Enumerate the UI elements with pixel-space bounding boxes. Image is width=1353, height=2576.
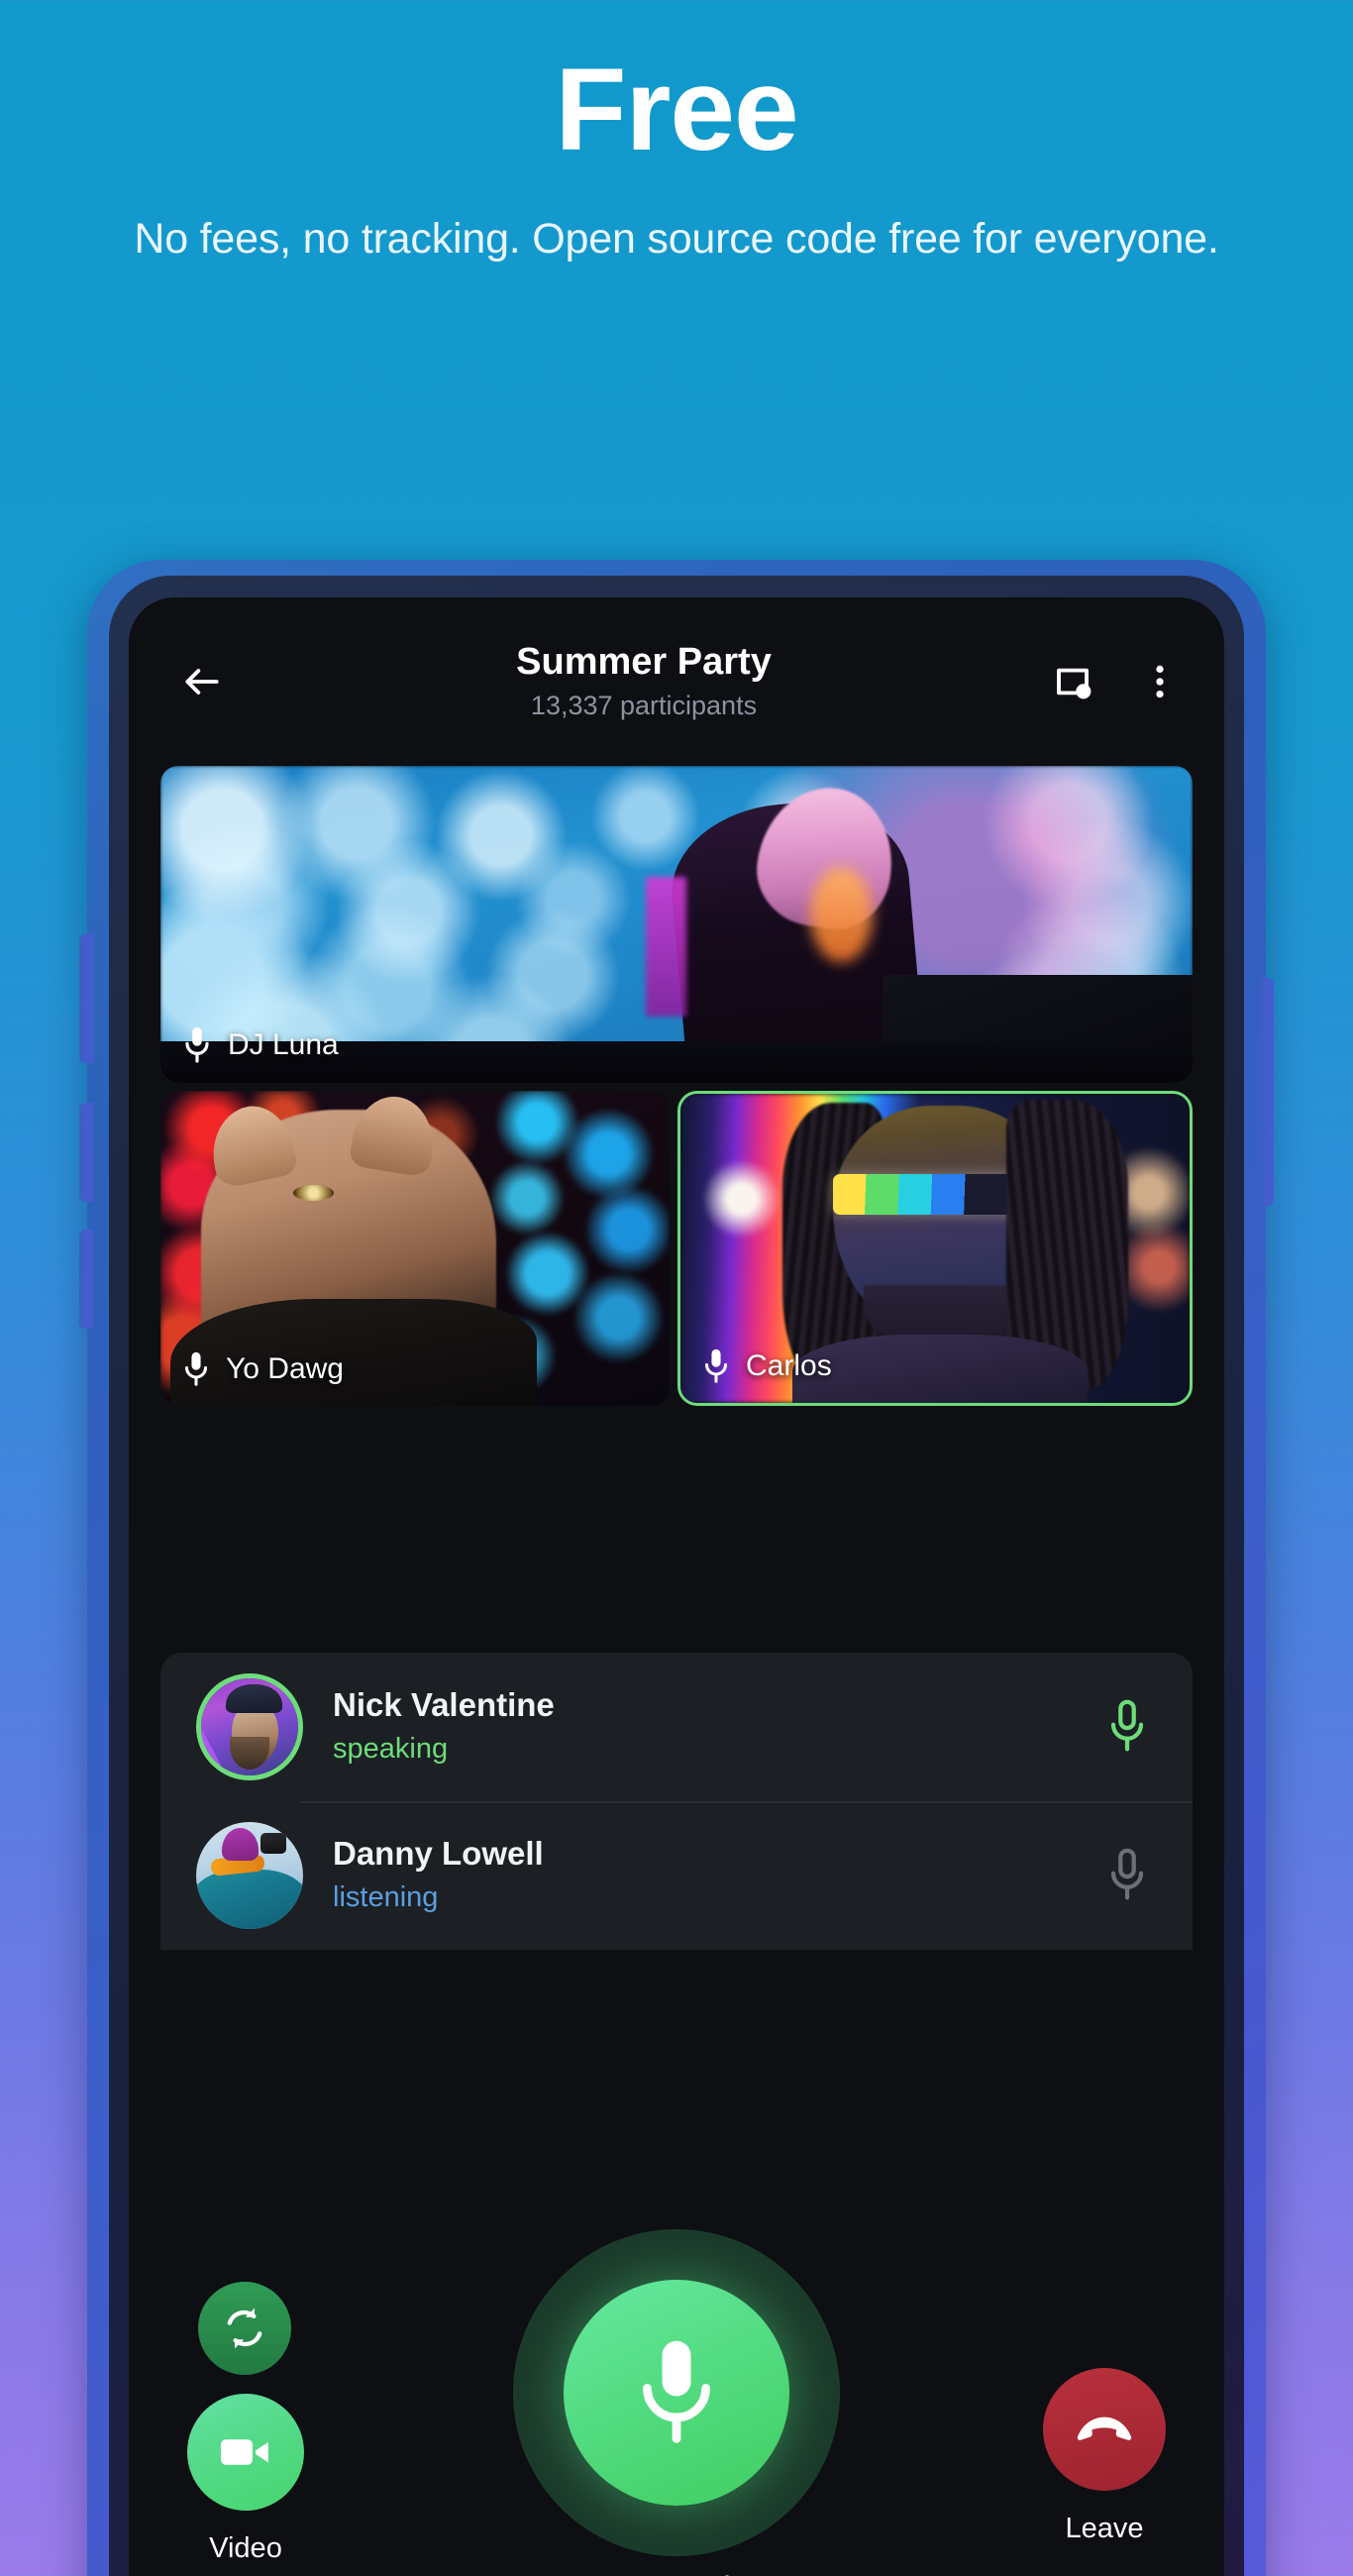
header-titles: Summer Party 13,337 participants: [238, 640, 1046, 723]
participant-mic-button[interactable]: [1097, 1846, 1157, 1905]
phone-side-button-power: [1260, 978, 1274, 1206]
video-tile[interactable]: DJ Luna: [160, 766, 1193, 1083]
avatar-camera: [260, 1832, 286, 1855]
more-options-button[interactable]: [1133, 655, 1187, 708]
dj-magenta-light: [645, 877, 687, 1017]
video-button-label: Video: [209, 2532, 282, 2564]
call-title: Summer Party: [516, 640, 772, 683]
status-badge: speaking: [333, 1732, 449, 1765]
mic-button[interactable]: [564, 2280, 789, 2506]
microphone-icon: [185, 1027, 209, 1063]
video-tile-name: DJ Luna: [228, 1028, 339, 1061]
video-tile-label: Yo Dawg: [182, 1350, 344, 1388]
participant-count: 13,337 participants: [530, 690, 758, 720]
call-controls: Video You are Live: [129, 2214, 1224, 2576]
back-button[interactable]: [166, 646, 238, 717]
participant-mic-button[interactable]: [1097, 1697, 1157, 1757]
camera-flip-icon: [227, 2308, 262, 2349]
header-actions: [1046, 655, 1187, 708]
phone-side-button-mute: [79, 934, 93, 1063]
app-header: Summer Party 13,337 participants: [129, 597, 1224, 766]
list-item[interactable]: Nick Valentine speaking: [160, 1653, 1193, 1801]
participant-name: Nick Valentine: [333, 1686, 555, 1724]
video-tile-label: DJ Luna: [182, 1025, 339, 1065]
phone-screen: Summer Party 13,337 participants DJ Luna…: [129, 597, 1224, 2576]
phone-hangup-icon: [1077, 2416, 1132, 2440]
video-tile-active-speaker[interactable]: Carlos: [677, 1091, 1193, 1406]
microphone-icon: [643, 2340, 710, 2443]
phone-mockup: Summer Party 13,337 participants DJ Luna…: [79, 560, 1274, 2576]
microphone-icon: [1110, 1699, 1144, 1752]
participant-meta: Nick Valentine speaking: [303, 1685, 1097, 1768]
promo-block: Free No fees, no tracking. Open source c…: [0, 0, 1353, 266]
avatar: [196, 1822, 303, 1929]
video-tile-name: Carlos: [746, 1349, 832, 1382]
video-tile-row: Yo Dawg Carlos: [160, 1091, 1193, 1406]
avatar: [196, 1673, 303, 1780]
screen-share-icon: [1057, 668, 1092, 699]
leave-button-label: Leave: [1065, 2513, 1144, 2544]
video-grid: DJ Luna Yo Dawg Carlos: [129, 766, 1224, 1406]
video-tile-name: Yo Dawg: [226, 1352, 344, 1385]
arrow-left-icon: [185, 669, 219, 695]
avatar-beanie: [221, 1828, 259, 1861]
mic-pulse-halo: [513, 2229, 840, 2556]
microphone-icon: [184, 1351, 208, 1386]
microphone-icon: [704, 1348, 728, 1383]
list-item[interactable]: Danny Lowell listening: [160, 1801, 1193, 1950]
promo-subtitle: No fees, no tracking. Open source code f…: [134, 215, 1219, 263]
status-badge: listening: [333, 1880, 439, 1913]
screen-share-button[interactable]: [1046, 655, 1099, 708]
dj-warm-glow: [810, 867, 873, 963]
video-camera-icon: [221, 2439, 268, 2465]
microphone-icon: [1110, 1848, 1144, 1900]
video-tile-label: Carlos: [702, 1347, 832, 1385]
video-button[interactable]: [187, 2394, 304, 2511]
leave-control[interactable]: Leave: [1040, 2368, 1169, 2545]
page-title: Free: [555, 45, 798, 175]
mic-control[interactable]: You are Live: [513, 2229, 840, 2576]
avatar-jacket: [196, 1869, 303, 1929]
more-vertical-icon: [1156, 665, 1164, 698]
video-tile[interactable]: Yo Dawg: [160, 1091, 670, 1406]
live-status-label: You are Live: [513, 2556, 840, 2576]
participant-name: Danny Lowell: [333, 1835, 544, 1873]
participant-meta: Danny Lowell listening: [303, 1834, 1097, 1916]
leave-button[interactable]: [1043, 2368, 1166, 2491]
carlos-body-shape: [792, 1335, 1089, 1403]
participant-list: Nick Valentine speaking Danny Lowell lis…: [160, 1653, 1193, 1950]
phone-side-button-volume-down: [79, 1230, 93, 1329]
video-toggle[interactable]: Video: [186, 2394, 305, 2565]
flip-camera-button[interactable]: [198, 2282, 291, 2375]
phone-side-button-volume-up: [79, 1103, 93, 1202]
